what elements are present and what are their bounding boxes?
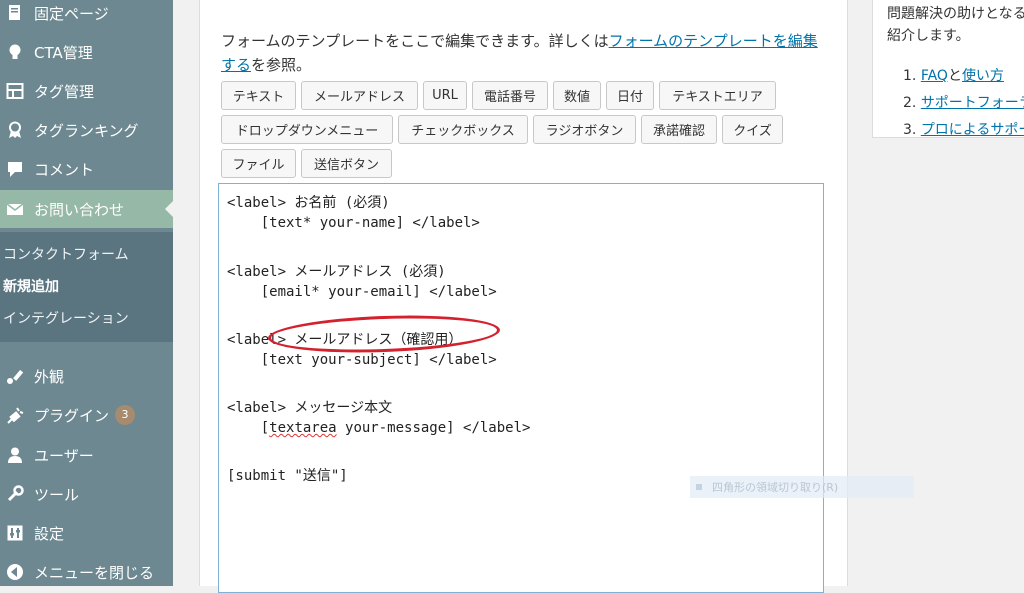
sidebar-item-label: コメント — [34, 160, 95, 179]
award-icon — [4, 119, 26, 141]
panel-title-edge — [220, 0, 310, 6]
sidebar-item-label: タグ管理 — [34, 82, 95, 101]
help-intro: 問題解決の助けとなる 紹介します。 — [887, 3, 1024, 47]
sidebar-item-label: ツール — [34, 485, 80, 504]
help-item-forum: 2. サポートフォーラム — [903, 92, 1024, 112]
help-item-pro: 3. プロによるサポート — [903, 119, 1024, 138]
sidebar-item-appearance[interactable]: 外観 — [0, 357, 173, 395]
support-forum-link[interactable]: サポートフォーラム — [921, 95, 1024, 111]
contact-submenu: コンタクトフォーム 新規追加 インテグレーション — [0, 232, 173, 342]
tag-button-quiz[interactable]: クイズ — [722, 115, 783, 144]
spellcheck-word: textarea — [269, 420, 337, 436]
usage-link[interactable]: 使い方 — [962, 68, 1004, 84]
code-line: [textarea your-message] </label> — [227, 420, 531, 436]
sidebar-item-label: ユーザー — [34, 446, 94, 465]
pro-support-link[interactable]: プロによるサポート — [921, 122, 1024, 137]
brush-icon — [4, 365, 26, 387]
sidebar-collapse-button[interactable]: メニューを閉じる — [0, 553, 173, 591]
description-suffix: を参照。 — [251, 56, 312, 74]
sidebar-item-comments[interactable]: コメント — [0, 150, 173, 188]
tag-button-radio[interactable]: ラジオボタン — [533, 115, 636, 144]
comment-icon — [4, 158, 26, 180]
sidebar-item-label: CTA管理 — [34, 43, 93, 62]
sidebar-item-tools[interactable]: ツール — [0, 475, 173, 513]
plugin-update-badge: 3 — [115, 405, 136, 425]
wrench-icon — [4, 483, 26, 505]
sidebar-item-label: 固定ページ — [34, 4, 109, 23]
code-text: [ — [227, 420, 270, 436]
faq-link[interactable]: FAQ — [921, 68, 948, 84]
sidebar-item-label: 設定 — [34, 524, 65, 543]
settings-icon — [4, 522, 26, 544]
sidebar-item-tag-ranking[interactable]: タグランキング — [0, 111, 173, 149]
code-line: [text* your-name] </label> — [227, 215, 480, 231]
tag-button-select[interactable]: ドロップダウンメニュー — [221, 115, 393, 144]
code-line: <label> メッセージ本文 — [227, 400, 393, 416]
help-item-text: と — [947, 68, 962, 84]
help-box: 問題解決の助けとなる 紹介します。 1. FAQと使い方 2. サポートフォーラ… — [872, 0, 1024, 138]
collapse-icon — [4, 561, 26, 583]
form-editor-panel: フォームのテンプレートをここで編集できます。詳しくはフォームのテンプレートを編集… — [199, 0, 848, 593]
sidebar-item-label: タグランキング — [34, 121, 139, 140]
sidebar-item-label: プラグイン — [34, 406, 110, 425]
tag-button-file[interactable]: ファイル — [221, 149, 296, 178]
sidebar-item-pages[interactable]: 固定ページ — [0, 0, 173, 32]
code-line: <label> メールアドレス (必須) — [227, 264, 446, 280]
submenu-contact-forms[interactable]: コンタクトフォーム — [3, 244, 129, 264]
sidebar-item-settings[interactable]: 設定 — [0, 514, 173, 552]
sidebar-item-plugins[interactable]: プラグイン 3 — [0, 396, 173, 434]
tag-button-date[interactable]: 日付 — [606, 81, 654, 110]
code-line: [text your-subject] </label> — [227, 352, 497, 368]
tag-button-acceptance[interactable]: 承諾確認 — [641, 115, 717, 144]
sidebar-item-label: お問い合わせ — [34, 200, 125, 219]
tooltip-text: 四角形の領域切り取り(R) — [712, 481, 839, 494]
code-text: your-message] </label> — [336, 420, 531, 436]
page-icon — [4, 2, 26, 24]
help-item-number: 2. — [903, 95, 917, 111]
help-intro-line: 紹介します。 — [887, 28, 970, 44]
sidebar-item-label: メニューを閉じる — [34, 563, 155, 582]
help-item-faq: 1. FAQと使い方 — [903, 65, 1004, 85]
tag-button-url[interactable]: URL — [423, 81, 467, 110]
tag-button-tel[interactable]: 電話番号 — [472, 81, 548, 110]
sidebar-item-cta[interactable]: CTA管理 — [0, 33, 173, 71]
sidebar-item-tag-manager[interactable]: タグ管理 — [0, 72, 173, 110]
tag-button-text[interactable]: テキスト — [221, 81, 296, 110]
layout-icon — [4, 80, 26, 102]
tag-button-email[interactable]: メールアドレス — [301, 81, 418, 110]
submenu-add-new[interactable]: 新規追加 — [3, 276, 59, 296]
lightbulb-icon — [4, 41, 26, 63]
snip-tooltip: 四角形の領域切り取り(R) — [690, 476, 914, 498]
tooltip-bullet-icon — [696, 484, 702, 490]
admin-sidebar: 固定ページ CTA管理 タグ管理 タグランキング コメント お問い合わせ コンタ… — [0, 0, 173, 586]
help-intro-line: 問題解決の助けとなる — [887, 6, 1024, 22]
sidebar-item-users[interactable]: ユーザー — [0, 436, 173, 474]
form-template-editor[interactable]: <label> お名前 (必須) [text* your-name] </lab… — [218, 183, 824, 593]
tag-button-textarea[interactable]: テキストエリア — [659, 81, 776, 110]
submenu-integration[interactable]: インテグレーション — [3, 308, 129, 328]
help-item-number: 3. — [903, 122, 917, 138]
sidebar-item-label: 外観 — [34, 367, 65, 386]
mail-icon — [4, 198, 26, 220]
tag-button-number[interactable]: 数値 — [553, 81, 601, 110]
form-description: フォームのテンプレートをここで編集できます。詳しくはフォームのテンプレートを編集… — [221, 29, 831, 77]
plugin-icon — [4, 404, 26, 426]
sidebar-item-contact[interactable]: お問い合わせ — [0, 190, 173, 228]
code-line: [submit "送信"] — [227, 468, 348, 484]
help-item-number: 1. — [903, 68, 917, 84]
tag-button-submit[interactable]: 送信ボタン — [301, 149, 392, 178]
user-icon — [4, 444, 26, 466]
description-text: フォームのテンプレートをここで編集できます。詳しくは — [221, 32, 609, 50]
tag-button-checkbox[interactable]: チェックボックス — [398, 115, 528, 144]
code-line: <label> お名前 (必須) — [227, 195, 390, 211]
code-line: [email* your-email] </label> — [227, 284, 497, 300]
